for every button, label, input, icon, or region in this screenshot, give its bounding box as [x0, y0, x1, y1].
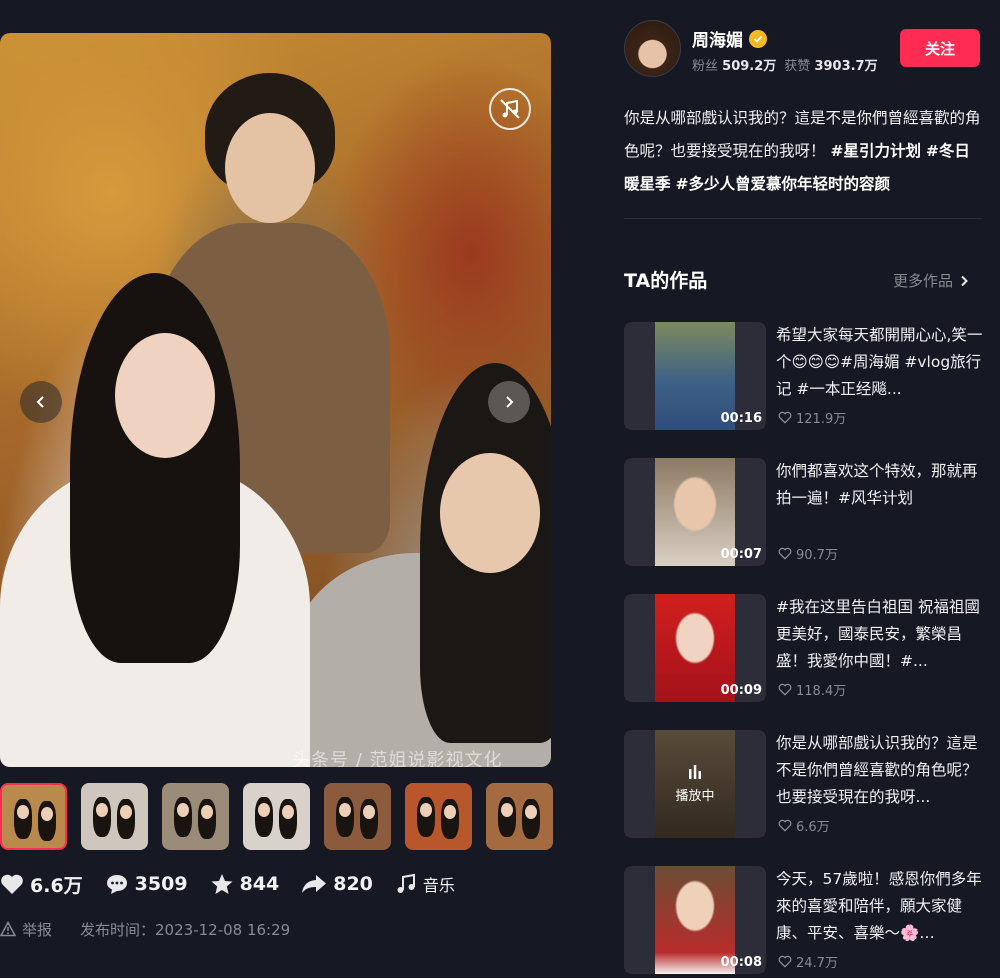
work-item[interactable]: 00:16 希望大家每天都開開心心,笑一个😊😊😊#周海媚 #vlog旅行记 #一… [624, 322, 984, 430]
work-title[interactable]: 你們都喜欢这个特效，那就再拍一遍！#风华计划 [776, 458, 984, 512]
photo-figure [115, 333, 215, 458]
heart-outline-icon [778, 819, 792, 832]
like-count: 6.6万 [30, 874, 83, 897]
author-name-row[interactable]: 周海媚 [692, 26, 767, 51]
work-thumbnail[interactable]: 播放中 [624, 730, 766, 838]
post-meta: 举报 发布时间：2023-12-08 16:29 [0, 918, 290, 940]
image-thumbnail[interactable] [324, 783, 391, 850]
heart-outline-icon [778, 683, 792, 696]
work-likes: 24.7万 [778, 952, 838, 971]
comment-icon [106, 875, 127, 894]
more-works-label: 更多作品 [893, 272, 954, 290]
playing-bars-icon [689, 764, 701, 779]
next-image-button[interactable] [488, 381, 530, 423]
publish-time: 发布时间：2023-12-08 16:29 [80, 920, 291, 939]
main-photo[interactable]: 头条号 / 范姐说影视文化 [0, 33, 551, 767]
author-likes-stat: 获赞 3903.7万 [784, 59, 878, 74]
warning-icon [0, 921, 16, 937]
now-playing-overlay: 播放中 [655, 730, 735, 838]
like-button[interactable]: 6.6万 [0, 871, 83, 898]
playing-label: 播放中 [675, 788, 715, 804]
hashtag[interactable]: #星引力计划 [830, 142, 921, 160]
divider [624, 218, 982, 219]
image-thumbnail[interactable] [405, 783, 472, 850]
share-icon [302, 875, 327, 893]
follow-button[interactable]: 关注 [900, 29, 980, 67]
report-label: 举报 [22, 920, 53, 939]
work-thumbnail[interactable]: 00:16 [624, 322, 766, 430]
work-item[interactable]: 00:07 你們都喜欢这个特效，那就再拍一遍！#风华计划 90.7万 [624, 458, 984, 566]
works-section-title: TA的作品 [624, 270, 708, 292]
fans-stat: 粉丝 509.2万 [692, 59, 777, 74]
work-title[interactable]: 今天，57歲啦！感恩你們多年來的喜愛和陪伴，願大家健康、平安、喜樂～🌸… [776, 866, 984, 947]
work-item[interactable]: 00:08 今天，57歲啦！感恩你們多年來的喜愛和陪伴，願大家健康、平安、喜樂～… [624, 866, 984, 974]
work-likes: 90.7万 [778, 544, 838, 563]
work-duration: 00:08 [720, 955, 762, 970]
work-thumbnail[interactable]: 00:08 [624, 866, 766, 974]
photo-figure [70, 273, 240, 663]
comment-button[interactable]: 3509 [105, 873, 188, 895]
music-off-icon[interactable] [489, 88, 531, 130]
image-thumbnail[interactable] [0, 783, 67, 850]
author-name: 周海媚 [692, 31, 743, 51]
verified-badge-icon [749, 29, 767, 48]
image-thumbnail[interactable] [81, 783, 148, 850]
more-works-link[interactable]: 更多作品 [893, 270, 969, 291]
work-title[interactable]: #我在这里告白祖国 祝福祖國更美好，國泰民安，繁榮昌盛！我愛你中國！#... [776, 594, 984, 675]
photo-figure [225, 113, 315, 223]
author-stats: 粉丝 509.2万 获赞 3903.7万 [692, 55, 878, 74]
hashtag[interactable]: #多少人曾爱慕你年轻时的容颜 [675, 175, 890, 193]
chevron-left-icon [36, 396, 44, 408]
star-icon [211, 874, 233, 894]
work-duration: 00:07 [720, 547, 762, 562]
favorite-count: 844 [239, 873, 280, 895]
work-likes: 121.9万 [778, 408, 846, 427]
heart-outline-icon [778, 955, 792, 968]
music-button[interactable]: 音乐 [395, 872, 455, 896]
work-likes: 118.4万 [778, 680, 846, 699]
work-title[interactable]: 你是从哪部戲认识我的？這是不是你們曾經喜歡的角色呢？也要接受現在的我呀... [776, 730, 984, 811]
work-item[interactable]: 00:09 #我在这里告白祖国 祝福祖國更美好，國泰民安，繁榮昌盛！我愛你中國！… [624, 594, 984, 702]
share-count: 820 [333, 873, 373, 895]
photo-watermark: 头条号 / 范姐说影视文化 [292, 750, 503, 767]
work-thumbnail[interactable]: 00:09 [624, 594, 766, 702]
heart-outline-icon [778, 547, 792, 560]
music-note-icon [397, 873, 415, 893]
video-detail-page: 头条号 / 范姐说影视文化 6.6万 3509 844 820 音乐 举报 发布… [0, 0, 1000, 978]
previous-image-button[interactable] [20, 381, 62, 423]
heart-outline-icon [778, 411, 792, 424]
music-label: 音乐 [422, 876, 455, 895]
work-item-current[interactable]: 播放中 你是从哪部戲认识我的？這是不是你們曾經喜歡的角色呢？也要接受現在的我呀.… [624, 730, 984, 838]
chevron-right-icon [506, 396, 514, 408]
photo-figure [440, 453, 540, 573]
comment-count: 3509 [134, 873, 188, 895]
image-thumbnail-strip [0, 783, 553, 851]
work-title[interactable]: 希望大家每天都開開心心,笑一个😊😊😊#周海媚 #vlog旅行记 #一本正经飚..… [776, 322, 984, 403]
report-button[interactable]: 举报 [0, 919, 52, 940]
author-avatar[interactable] [624, 20, 681, 77]
image-thumbnail[interactable] [486, 783, 553, 850]
work-thumbnail[interactable]: 00:07 [624, 458, 766, 566]
image-thumbnail[interactable] [162, 783, 229, 850]
work-likes: 6.6万 [778, 816, 830, 835]
favorite-button[interactable]: 844 [210, 873, 280, 895]
post-description: 你是从哪部戲认识我的？這是不是你們曾經喜歡的角色呢？也要接受現在的我呀！ #星引… [624, 102, 984, 201]
interaction-bar: 6.6万 3509 844 820 音乐 [0, 870, 477, 898]
chevron-right-icon [961, 275, 968, 286]
share-button[interactable]: 820 [301, 873, 373, 895]
heart-icon [1, 874, 23, 894]
work-duration: 00:16 [720, 411, 762, 426]
image-thumbnail[interactable] [243, 783, 310, 850]
work-duration: 00:09 [720, 683, 762, 698]
